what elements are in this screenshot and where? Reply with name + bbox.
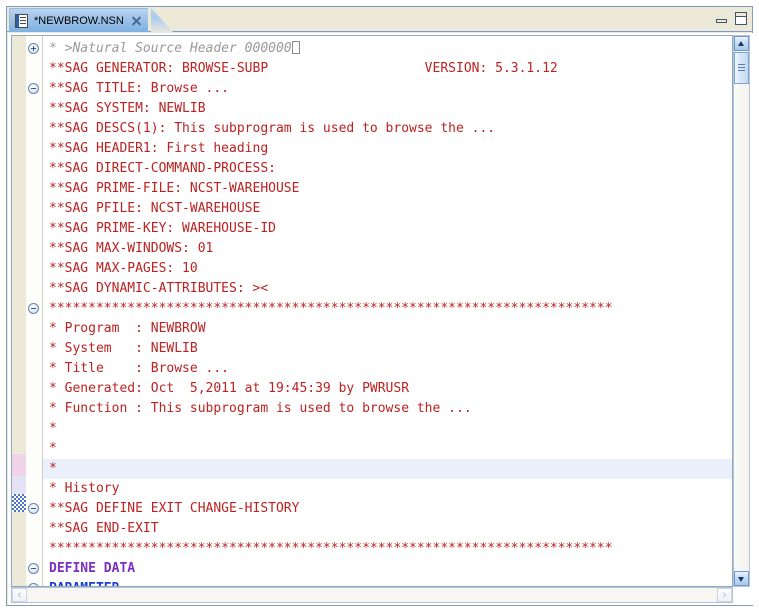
code-token: ****************************************…: [49, 541, 613, 556]
chevron-down-icon: [738, 577, 744, 582]
code-token: *: [49, 461, 57, 476]
code-line[interactable]: **SAG MAX-WINDOWS: 01: [43, 239, 732, 259]
code-token: *: [49, 441, 57, 456]
vertical-scrollbar[interactable]: [733, 35, 750, 587]
fold-expand-icon[interactable]: [28, 43, 39, 54]
editor-viewport[interactable]: * >Natural Source Header 000000 **SAG GEN…: [11, 35, 733, 587]
code-line[interactable]: **SAG PRIME-KEY: WAREHOUSE-ID: [43, 219, 732, 239]
code-token: **SAG TITLE: Browse ...: [49, 81, 230, 96]
code-token: **SAG DYNAMIC-ATTRIBUTES: ><: [49, 281, 269, 296]
code-line[interactable]: * History: [43, 479, 732, 499]
code-token: **SAG DIRECT-COMMAND-PROCESS:: [49, 161, 276, 176]
vertical-scroll-track[interactable]: [734, 36, 749, 586]
tab-curve-decoration: [151, 8, 173, 32]
code-token: * History: [49, 481, 120, 496]
code-token: * Program : NEWBROW: [49, 321, 206, 336]
scroll-left-button[interactable]: ‹: [12, 588, 27, 602]
code-token: **SAG MAX-PAGES: 10: [49, 261, 198, 276]
code-token: PARAMETER: [49, 581, 119, 586]
tab-strip: *NEWBROW.NSN: [7, 7, 752, 32]
horizontal-scrollbar[interactable]: ‹ ›: [11, 587, 733, 603]
scroll-thumb-grip: [738, 64, 745, 73]
code-token: **SAG PRIME-FILE: NCST-WAREHOUSE: [49, 181, 300, 196]
code-line[interactable]: *: [43, 439, 732, 459]
code-line[interactable]: DEFINE DATA: [43, 559, 732, 579]
code-token: * >Natural Source Header 000000: [49, 41, 292, 56]
code-token: **SAG PFILE: NCST-WAREHOUSE: [49, 201, 261, 216]
chevron-up-icon: [738, 41, 744, 46]
code-line[interactable]: **SAG PFILE: NCST-WAREHOUSE: [43, 199, 732, 219]
code-line[interactable]: **SAG MAX-PAGES: 10: [43, 259, 732, 279]
change-bar-ruler: [12, 36, 26, 586]
application-root: *NEWBROW.NSN * >Natural Source Header 00…: [0, 0, 759, 612]
code-token: * Generated: Oct 5,2011 at 19:45:39 by P…: [49, 381, 410, 396]
scroll-right-button[interactable]: ›: [717, 588, 732, 602]
code-line[interactable]: *: [43, 419, 732, 439]
code-line[interactable]: **SAG DESCS(1): This subprogram is used …: [43, 119, 732, 139]
code-line[interactable]: * Title : Browse ...: [43, 359, 732, 379]
code-line[interactable]: **SAG DEFINE EXIT CHANGE-HISTORY: [43, 499, 732, 519]
window-buttons: [715, 12, 747, 25]
tab-label: *NEWBROW.NSN: [34, 14, 124, 27]
code-line[interactable]: * Generated: Oct 5,2011 at 19:45:39 by P…: [43, 379, 732, 399]
code-line[interactable]: * Program : NEWBROW: [43, 319, 732, 339]
fold-collapse-icon[interactable]: [28, 563, 39, 574]
code-token: DEFINE DATA: [49, 561, 136, 576]
fold-collapse-icon[interactable]: [28, 503, 39, 514]
code-line[interactable]: ****************************************…: [43, 299, 732, 319]
source-code-area[interactable]: * >Natural Source Header 000000 **SAG GEN…: [43, 36, 732, 586]
editor-body: * >Natural Source Header 000000 **SAG GEN…: [8, 33, 753, 605]
code-token: **SAG HEADER1: First heading: [49, 141, 269, 156]
close-icon[interactable]: [131, 15, 142, 26]
code-line[interactable]: PARAMETER: [43, 579, 732, 586]
change-marker: [12, 476, 26, 494]
code-line[interactable]: **SAG TITLE: Browse ...: [43, 79, 732, 99]
text-caret: [291, 41, 300, 54]
code-line[interactable]: **SAG HEADER1: First heading: [43, 139, 732, 159]
scroll-down-button[interactable]: [734, 571, 749, 586]
code-line[interactable]: **SAG DIRECT-COMMAND-PROCESS:: [43, 159, 732, 179]
code-line[interactable]: * Function : This subprogram is used to …: [43, 399, 732, 419]
code-line[interactable]: *: [43, 459, 732, 479]
fold-collapse-icon[interactable]: [28, 303, 39, 314]
code-token: **SAG SYSTEM: NEWLIB: [49, 101, 206, 116]
code-token: * Title : Browse ...: [49, 361, 230, 376]
code-token: *: [49, 421, 57, 436]
code-line[interactable]: **SAG SYSTEM: NEWLIB: [43, 99, 732, 119]
code-line[interactable]: * >Natural Source Header 000000: [43, 39, 732, 59]
minimize-icon[interactable]: [715, 14, 728, 24]
vertical-scroll-thumb[interactable]: [734, 52, 749, 84]
natural-source-file-icon: [15, 13, 29, 28]
change-marker: [12, 494, 26, 512]
code-line[interactable]: **SAG END-EXIT: [43, 519, 732, 539]
code-line[interactable]: **SAG GENERATOR: BROWSE-SUBP VERSION: 5.…: [43, 59, 732, 79]
code-line[interactable]: * System : NEWLIB: [43, 339, 732, 359]
folding-ruler[interactable]: [26, 36, 43, 586]
code-token: **SAG DESCS(1): This subprogram is used …: [49, 121, 496, 136]
code-token: **SAG END-EXIT: [49, 521, 159, 536]
tab-newbrow-nsn[interactable]: *NEWBROW.NSN: [9, 8, 148, 32]
code-token: **SAG GENERATOR: BROWSE-SUBP VERSION: 5.…: [49, 61, 558, 76]
code-token: **SAG DEFINE EXIT CHANGE-HISTORY: [49, 501, 300, 516]
code-token: * Function : This subprogram is used to …: [49, 401, 472, 416]
horizontal-scroll-track[interactable]: [28, 588, 716, 602]
maximize-icon[interactable]: [735, 12, 747, 25]
change-marker: [12, 454, 26, 476]
code-token: **SAG PRIME-KEY: WAREHOUSE-ID: [49, 221, 276, 236]
editor-window: *NEWBROW.NSN * >Natural Source Header 00…: [6, 6, 753, 606]
code-token: ****************************************…: [49, 301, 613, 316]
fold-collapse-icon[interactable]: [28, 83, 39, 94]
code-line[interactable]: ****************************************…: [43, 539, 732, 559]
code-line[interactable]: **SAG DYNAMIC-ATTRIBUTES: ><: [43, 279, 732, 299]
scroll-up-button[interactable]: [734, 36, 749, 51]
code-line[interactable]: **SAG PRIME-FILE: NCST-WAREHOUSE: [43, 179, 732, 199]
code-token: **SAG MAX-WINDOWS: 01: [49, 241, 214, 256]
code-token: * System : NEWLIB: [49, 341, 198, 356]
